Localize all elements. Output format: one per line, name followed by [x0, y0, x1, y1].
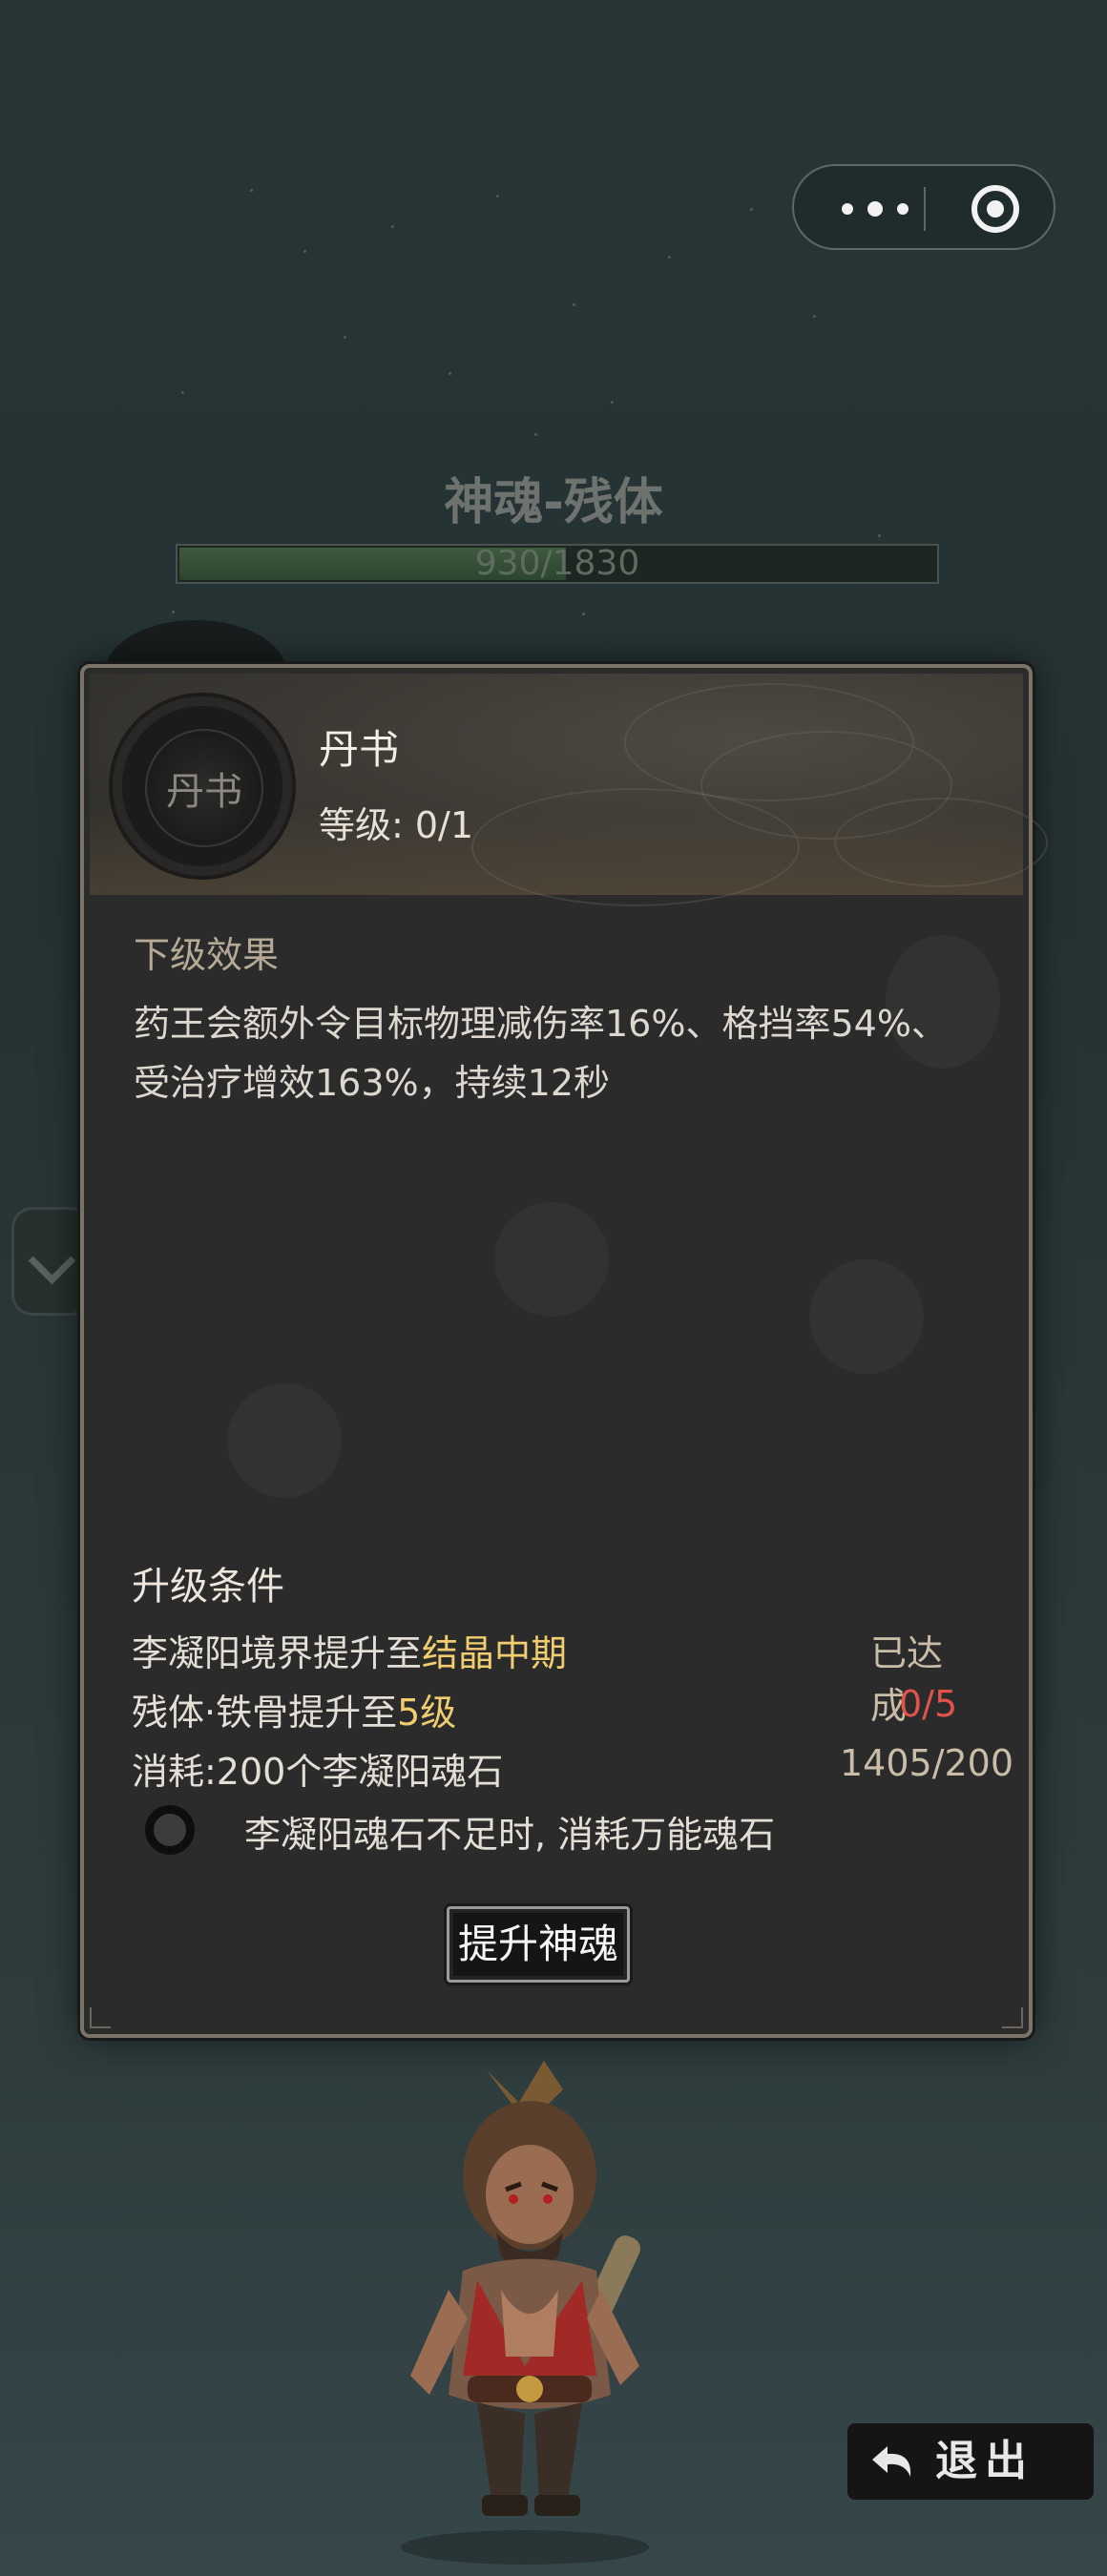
effect-section-title: 下级效果 [134, 934, 280, 976]
requirement-label: 消耗:200个李凝阳魂石 [132, 1751, 504, 1793]
close-target-icon[interactable] [971, 185, 1019, 233]
background-node [809, 1259, 924, 1374]
requirement-row: 李凝阳境界提升至结晶中期 已达成 [132, 1624, 971, 1727]
soul-progress-bar: 930/1830 [176, 544, 939, 584]
wave-ornament [700, 731, 952, 840]
hero-character [401, 2061, 649, 2565]
capsule-divider [924, 187, 926, 231]
requirements-title: 升级条件 [132, 1565, 284, 1609]
background-node [227, 1383, 342, 1498]
wave-ornament [471, 788, 800, 906]
background-node [494, 1202, 609, 1317]
skill-level: 等级: 0/1 [319, 804, 474, 846]
upgrade-soul-button[interactable]: 提升神魂 [447, 1906, 630, 1983]
requirement-status: 1405/200 [840, 1742, 1014, 1784]
requirement-label: 残体·铁骨提升至5级 [132, 1692, 457, 1734]
exit-label: 退出 [935, 2437, 1034, 2485]
exit-button[interactable]: 退出 [847, 2423, 1094, 2500]
requirement-row: 消耗:200个李凝阳魂石 1405/200 [132, 1742, 1013, 1796]
skill-detail-dialog: 丹书 丹书 等级: 0/1 下级效果 药王会额外令目标物理减伤率16%、格挡率5… [80, 664, 1048, 2038]
corner-ornament [1002, 2007, 1023, 2028]
effect-description: 药王会额外令目标物理减伤率16%、格挡率54%、受治疗增效163%，持续12秒 [134, 1003, 948, 1104]
corner-ornament [90, 2007, 111, 2028]
universal-soulstone-toggle[interactable] [145, 1805, 195, 1855]
more-options-icon[interactable] [842, 195, 909, 223]
universal-soulstone-toggle-label: 李凝阳魂石不足时, 消耗万能魂石 [244, 1814, 776, 1856]
requirement-row: 残体·铁骨提升至5级 0/5 [132, 1683, 971, 1736]
soul-progress-text: 930/1830 [474, 544, 640, 583]
mini-program-capsule [792, 164, 1055, 250]
skill-emblem: 丹书 [122, 706, 282, 866]
requirement-status: 0/5 [899, 1683, 958, 1725]
skill-name: 丹书 [319, 726, 400, 773]
wave-ornament [834, 798, 1048, 887]
soul-section-title: 神魂-残体 [444, 474, 663, 531]
chevron-down-icon [28, 1236, 76, 1285]
requirement-label: 李凝阳境界提升至结晶中期 [132, 1632, 568, 1674]
skill-emblem-label: 丹书 [145, 729, 263, 847]
return-arrow-icon [872, 2446, 911, 2477]
